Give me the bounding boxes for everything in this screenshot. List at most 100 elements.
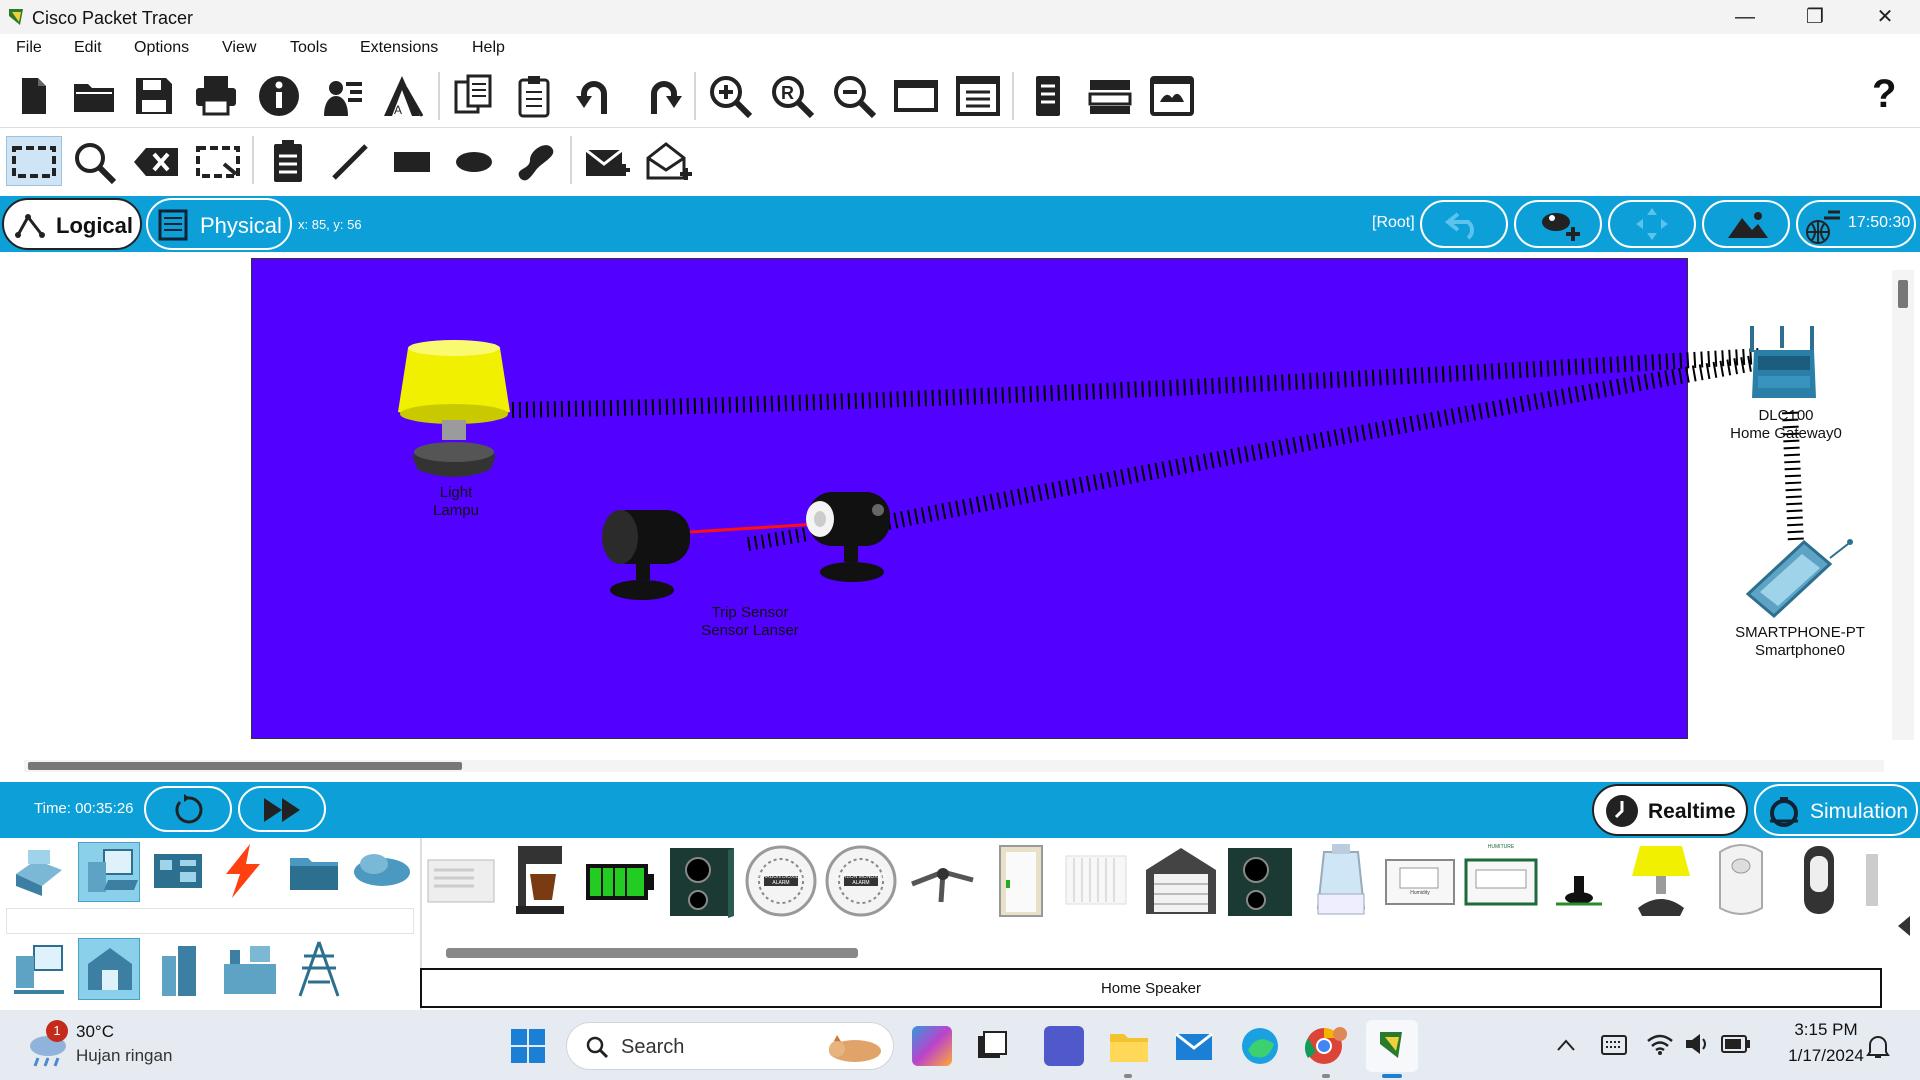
drawing-palette-icon[interactable] xyxy=(892,72,940,120)
taskbar-search-box[interactable]: Search xyxy=(566,1022,894,1070)
zoom-reset-icon[interactable]: R xyxy=(768,72,816,120)
pdu-list-icon[interactable] xyxy=(1024,72,1072,120)
logical-tab[interactable]: Logical xyxy=(2,198,142,250)
horizontal-scroll-thumb[interactable] xyxy=(28,762,462,770)
end-devices-subcategory-icon[interactable] xyxy=(12,942,66,1000)
wifi-icon[interactable] xyxy=(1646,1032,1674,1056)
menu-file[interactable]: File xyxy=(16,39,42,57)
custom-device-dialog-icon[interactable] xyxy=(954,72,1002,120)
freeform-icon[interactable] xyxy=(512,138,560,186)
paste-icon[interactable] xyxy=(512,72,560,120)
menu-help[interactable]: Help xyxy=(472,39,505,57)
back-level-button[interactable] xyxy=(1420,200,1508,248)
help-button[interactable]: ? xyxy=(1872,72,1896,117)
humidity-monitor-device-icon[interactable] xyxy=(1384,858,1456,906)
miscellaneous-category-icon[interactable] xyxy=(286,848,342,894)
new-file-icon[interactable] xyxy=(10,72,58,120)
smartphone-icon[interactable] xyxy=(1744,536,1856,620)
speaker-device-icon[interactable] xyxy=(1226,846,1294,918)
vertical-scroll-thumb[interactable] xyxy=(1898,280,1908,308)
trip-sensor-label[interactable]: Trip Sensor Sensor Lanser xyxy=(680,604,820,640)
battery-device-icon[interactable] xyxy=(584,862,656,902)
partial-device-icon[interactable] xyxy=(1864,850,1878,910)
windows-start-icon[interactable] xyxy=(510,1028,546,1064)
scroll-right-arrow-icon[interactable] xyxy=(1894,914,1914,938)
notifications-bell-icon[interactable] xyxy=(1866,1034,1890,1060)
lamp-device-icon[interactable] xyxy=(392,340,516,484)
set-background-button[interactable] xyxy=(1702,200,1790,248)
old-car-device-icon[interactable] xyxy=(1800,842,1838,918)
save-icon[interactable] xyxy=(130,72,178,120)
image-viewer-icon[interactable] xyxy=(1148,72,1196,120)
move-object-button[interactable] xyxy=(1608,200,1696,248)
trip-sensor-icon[interactable] xyxy=(800,488,900,588)
zoom-in-icon[interactable] xyxy=(706,72,754,120)
ceiling-fan-device-icon[interactable] xyxy=(906,854,980,906)
zoom-out-icon[interactable] xyxy=(830,72,878,120)
place-note-icon[interactable] xyxy=(264,138,312,186)
smartphone-label[interactable]: SMARTPHONE-PT Smartphone0 xyxy=(1720,624,1880,660)
mail-icon[interactable] xyxy=(1174,1028,1214,1062)
new-cluster-button[interactable] xyxy=(1514,200,1602,248)
garage-door-device-icon[interactable] xyxy=(1144,846,1218,916)
volume-icon[interactable] xyxy=(1684,1032,1710,1056)
task-view-icon[interactable] xyxy=(976,1030,1008,1062)
lamp-label[interactable]: Light Lampu xyxy=(416,484,496,520)
select-icon[interactable] xyxy=(10,138,58,186)
print-icon[interactable] xyxy=(192,72,240,120)
redo-icon[interactable] xyxy=(636,72,684,120)
home-speaker-device-icon[interactable] xyxy=(668,846,736,918)
menu-extensions[interactable]: Extensions xyxy=(360,39,438,57)
power-grid-subcategory-icon[interactable] xyxy=(294,940,344,998)
smart-city-subcategory-icon[interactable] xyxy=(156,942,202,998)
wireless-link-lamp[interactable] xyxy=(511,348,1761,418)
home-gateway-icon[interactable] xyxy=(1744,322,1824,408)
menu-tools[interactable]: Tools xyxy=(290,39,327,57)
copilot-taskbar-icon[interactable] xyxy=(912,1026,952,1066)
custom-devices-icon[interactable]: A xyxy=(380,72,428,120)
light-device-icon[interactable] xyxy=(1630,842,1692,918)
restore-button[interactable]: ❐ xyxy=(1780,0,1850,34)
door-device-icon[interactable] xyxy=(998,844,1044,918)
device-list-scroll-thumb[interactable] xyxy=(446,948,858,958)
activity-wizard-icon[interactable] xyxy=(318,72,366,120)
home-gateway-label[interactable]: DLC100 Home Gateway0 xyxy=(1706,407,1866,443)
teams-taskbar-icon[interactable] xyxy=(1044,1026,1084,1066)
delete-icon[interactable] xyxy=(132,138,180,186)
industrial-subcategory-icon[interactable] xyxy=(220,944,280,996)
laser-emitter-icon[interactable] xyxy=(600,504,700,604)
menu-edit[interactable]: Edit xyxy=(74,39,102,57)
file-explorer-icon[interactable] xyxy=(1108,1028,1150,1064)
undo-icon[interactable] xyxy=(574,72,622,120)
chrome-browser-icon[interactable] xyxy=(1304,1026,1348,1066)
open-folder-icon[interactable] xyxy=(70,72,118,120)
minimize-button[interactable]: — xyxy=(1710,0,1780,34)
edge-browser-icon[interactable] xyxy=(1240,1026,1280,1066)
draw-line-icon[interactable] xyxy=(326,138,374,186)
inspect-icon[interactable] xyxy=(70,138,118,186)
heating-radiator-device-icon[interactable] xyxy=(1064,854,1128,908)
battery-status-icon[interactable] xyxy=(1720,1034,1752,1054)
add-complex-pdu-icon[interactable] xyxy=(644,138,692,186)
show-hidden-icons-chevron-icon[interactable] xyxy=(1556,1038,1576,1052)
realtime-tab[interactable]: Realtime xyxy=(1592,784,1748,836)
horizontal-scrollbar[interactable] xyxy=(24,760,1884,772)
components-category-icon[interactable] xyxy=(150,846,206,898)
draw-ellipse-icon[interactable] xyxy=(450,138,498,186)
physical-tab[interactable]: Physical xyxy=(146,198,292,250)
menu-view[interactable]: View xyxy=(222,39,256,57)
info-icon[interactable] xyxy=(255,72,303,120)
connections-category-icon[interactable] xyxy=(218,842,268,900)
humiture-monitor-device-icon[interactable] xyxy=(1464,858,1538,906)
weather-temperature[interactable]: 30°C xyxy=(76,1022,114,1042)
root-label[interactable]: [Root] xyxy=(1372,214,1415,232)
resize-shape-icon[interactable] xyxy=(194,138,242,186)
network-info-icon[interactable] xyxy=(1086,72,1134,120)
close-button[interactable]: ✕ xyxy=(1850,0,1920,34)
multiuser-category-icon[interactable] xyxy=(352,850,412,890)
draw-rectangle-icon[interactable] xyxy=(388,138,436,186)
network-devices-category-icon[interactable] xyxy=(10,844,68,900)
motion-detector-device-icon[interactable] xyxy=(1714,842,1768,918)
lawn-sprinkler-device-icon[interactable] xyxy=(1554,874,1604,908)
coffee-maker-device-icon[interactable] xyxy=(512,844,568,916)
